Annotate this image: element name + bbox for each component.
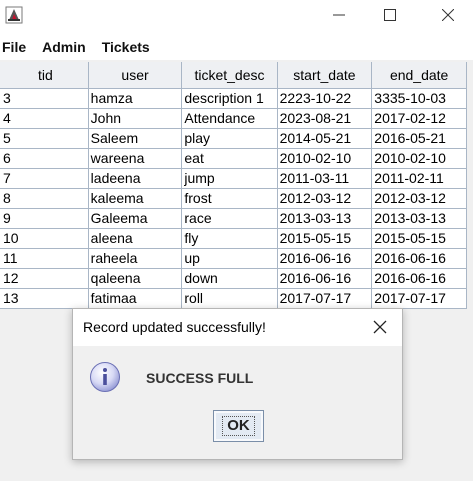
cell-ticket-desc[interactable]: down [181, 268, 278, 289]
cell-tid[interactable]: 12 [0, 268, 89, 289]
cell-start-date[interactable]: 2013-03-13 [277, 208, 373, 229]
cell-tid[interactable]: 13 [0, 288, 89, 309]
cell-tid[interactable]: 4 [0, 108, 89, 129]
cell-ticket-desc[interactable]: roll [181, 288, 278, 309]
cell-tid[interactable]: 6 [0, 148, 89, 169]
cell-start-date[interactable]: 2012-03-12 [277, 188, 373, 209]
maximize-button[interactable] [368, 0, 412, 30]
table-row[interactable]: 13 fatimaa roll 2017-07-17 2017-07-17 [0, 288, 467, 309]
cell-user[interactable]: kaleema [88, 188, 183, 209]
table-row[interactable]: 9 Galeema race 2013-03-13 2013-03-13 [0, 208, 467, 229]
cell-user[interactable]: raheela [88, 248, 183, 269]
column-header-end-date[interactable]: end_date [371, 62, 467, 89]
dialog-title-bar: Record updated successfully! [73, 309, 402, 346]
cell-end-date[interactable]: 2016-06-16 [371, 268, 467, 289]
cell-tid[interactable]: 11 [0, 248, 89, 269]
table-row[interactable]: 12 qaleena down 2016-06-16 2016-06-16 [0, 268, 467, 289]
cell-ticket-desc[interactable]: up [181, 248, 278, 269]
menu-tickets[interactable]: Tickets [102, 39, 150, 55]
cell-start-date[interactable]: 2011-03-11 [277, 168, 373, 189]
cell-ticket-desc[interactable]: jump [181, 168, 278, 189]
cell-end-date[interactable]: 2017-02-12 [371, 108, 467, 129]
table-row[interactable]: 5 Saleem play 2014-05-21 2016-05-21 [0, 128, 467, 149]
maximize-icon [384, 9, 396, 21]
minimize-icon [333, 14, 345, 16]
cell-end-date[interactable]: 2016-05-21 [371, 128, 467, 149]
cell-ticket-desc[interactable]: Attendance [181, 108, 278, 129]
cell-tid[interactable]: 8 [0, 188, 89, 209]
cell-user[interactable]: fatimaa [88, 288, 183, 309]
cell-user[interactable]: aleena [88, 228, 183, 249]
cell-start-date[interactable]: 2223-10-22 [277, 88, 373, 109]
cell-end-date[interactable]: 2016-06-16 [371, 248, 467, 269]
info-icon [90, 362, 120, 392]
cell-start-date[interactable]: 2016-06-16 [277, 268, 373, 289]
cell-user[interactable]: hamza [88, 88, 183, 109]
cell-end-date[interactable]: 2011-02-11 [371, 168, 467, 189]
cell-end-date[interactable]: 2013-03-13 [371, 208, 467, 229]
table-row[interactable]: 10 aleena fly 2015-05-15 2015-05-15 [0, 228, 467, 249]
menu-bar: File Admin Tickets [0, 33, 473, 60]
cell-user[interactable]: qaleena [88, 268, 183, 289]
table-header-row: tid user ticket_desc start_date end_date [0, 62, 467, 89]
cell-user[interactable]: Galeema [88, 208, 183, 229]
cell-tid[interactable]: 3 [0, 88, 89, 109]
cell-start-date[interactable]: 2017-07-17 [277, 288, 373, 309]
cell-user[interactable]: wareena [88, 148, 183, 169]
title-bar [0, 0, 473, 33]
minimize-button[interactable] [317, 0, 361, 30]
cell-start-date[interactable]: 2016-06-16 [277, 248, 373, 269]
table-row[interactable]: 4 John Attendance 2023-08-21 2017-02-12 [0, 108, 467, 129]
cell-start-date[interactable]: 2023-08-21 [277, 108, 373, 129]
cell-end-date[interactable]: 2010-02-10 [371, 148, 467, 169]
cell-user[interactable]: John [88, 108, 183, 129]
table-row[interactable]: 11 raheela up 2016-06-16 2016-06-16 [0, 248, 467, 269]
table-row[interactable]: 6 wareena eat 2010-02-10 2010-02-10 [0, 148, 467, 169]
cell-user[interactable]: ladeena [88, 168, 183, 189]
cell-start-date[interactable]: 2015-05-15 [277, 228, 373, 249]
tickets-table: tid user ticket_desc start_date end_date… [0, 62, 467, 309]
cell-ticket-desc[interactable]: frost [181, 188, 278, 209]
cell-start-date[interactable]: 2014-05-21 [277, 128, 373, 149]
table-row[interactable]: 8 kaleema frost 2012-03-12 2012-03-12 [0, 188, 467, 209]
table-row[interactable]: 3 hamza description 1 2223-10-22 3335-10… [0, 88, 467, 109]
cell-ticket-desc[interactable]: eat [181, 148, 278, 169]
cell-ticket-desc[interactable]: description 1 [181, 88, 278, 109]
ok-button[interactable]: OK [213, 410, 264, 442]
cell-end-date[interactable]: 2015-05-15 [371, 228, 467, 249]
close-window-button[interactable] [426, 0, 470, 30]
cell-end-date[interactable]: 2017-07-17 [371, 288, 467, 309]
cell-ticket-desc[interactable]: play [181, 128, 278, 149]
cell-tid[interactable]: 10 [0, 228, 89, 249]
cell-start-date[interactable]: 2010-02-10 [277, 148, 373, 169]
cell-tid[interactable]: 5 [0, 128, 89, 149]
dialog-message: SUCCESS FULL [146, 370, 254, 386]
menu-file[interactable]: File [2, 39, 26, 55]
close-icon [442, 9, 454, 21]
cell-tid[interactable]: 7 [0, 168, 89, 189]
close-icon[interactable] [372, 319, 388, 335]
column-header-ticket-desc[interactable]: ticket_desc [181, 62, 278, 89]
dialog-title: Record updated successfully! [83, 319, 266, 335]
cell-ticket-desc[interactable]: race [181, 208, 278, 229]
java-app-icon [5, 6, 23, 24]
column-header-start-date[interactable]: start_date [277, 62, 373, 89]
cell-tid[interactable]: 9 [0, 208, 89, 229]
cell-ticket-desc[interactable]: fly [181, 228, 278, 249]
table-row[interactable]: 7 ladeena jump 2011-03-11 2011-02-11 [0, 168, 467, 189]
ok-button-label: OK [222, 416, 255, 436]
cell-user[interactable]: Saleem [88, 128, 183, 149]
column-header-user[interactable]: user [88, 62, 183, 89]
cell-end-date[interactable]: 3335-10-03 [371, 88, 467, 109]
cell-end-date[interactable]: 2012-03-12 [371, 188, 467, 209]
menu-admin[interactable]: Admin [42, 39, 86, 55]
message-dialog: Record updated successfully! SUCCESS FUL… [72, 308, 403, 460]
column-header-tid[interactable]: tid [0, 62, 89, 89]
